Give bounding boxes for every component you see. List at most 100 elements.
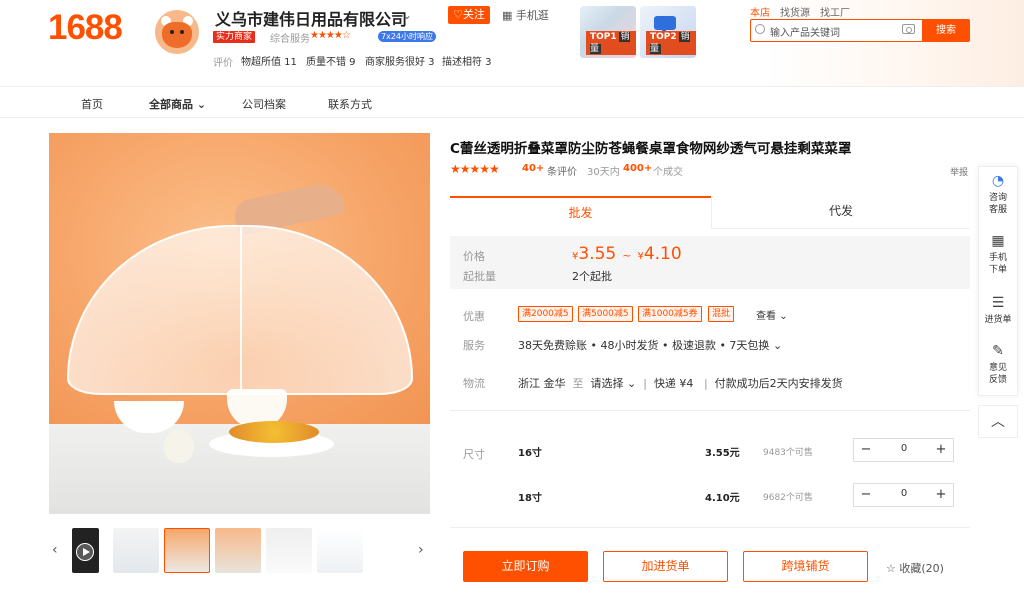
chevron-up-icon: ︿: [991, 414, 1005, 430]
scope-tab-factory[interactable]: 找工厂: [820, 8, 850, 19]
image-food: [229, 421, 319, 443]
evaluation-tag: 物超所值 11: [241, 57, 297, 68]
price-max: 4.10: [643, 244, 682, 264]
chevron-down-icon[interactable]: ⌄: [402, 8, 412, 22]
chevron-left-icon[interactable]: ‹: [52, 542, 58, 558]
chevron-right-icon[interactable]: ›: [418, 542, 424, 558]
cross-border-button[interactable]: 跨境铺货: [743, 551, 868, 582]
qr-icon: ▦: [502, 9, 516, 22]
logistics-info: 浙江 金华 至 请选择 ⌄ | 快递 ¥4 | 付款成功后2天内安排发货: [518, 375, 843, 391]
promo-label: 优惠: [463, 310, 485, 323]
tab-dropship[interactable]: 代发: [711, 196, 970, 229]
sidebar-label: 下单: [988, 265, 1007, 275]
promo-tag[interactable]: 满5000减5: [578, 306, 633, 322]
chevron-down-icon: ⌄: [196, 98, 207, 111]
report-link[interactable]: 举报: [950, 165, 968, 178]
express-fee: 快递 ¥4: [653, 377, 694, 390]
add-to-cart-button[interactable]: 加进货单: [603, 551, 728, 582]
sidebar-label: 咨询: [988, 193, 1007, 203]
sidebar-item-feedback[interactable]: ✎ 意见 反馈: [978, 344, 1018, 386]
sidebar-item-purchase-list[interactable]: ☰ 进货单: [978, 296, 1018, 326]
quantity-input[interactable]: 0: [892, 443, 916, 454]
mobile-browse-label: 手机逛: [515, 9, 549, 22]
ship-to-word: 至: [572, 377, 584, 390]
back-to-top-button[interactable]: ︿: [978, 405, 1018, 438]
promo-tag[interactable]: 混批: [708, 306, 735, 322]
store-header: 1688 义乌市建伟日用品有限公司 ⌄ ♡关注 ▦ 手机逛 实力商家 综合服务 …: [0, 0, 1024, 86]
qr-icon: ▦: [991, 233, 1005, 249]
plus-button[interactable]: +: [929, 441, 953, 459]
service-label: 服务: [463, 339, 485, 352]
gallery-thumb[interactable]: [164, 528, 210, 573]
sidebar-label: 反馈: [988, 375, 1007, 385]
price-panel: [450, 236, 970, 289]
play-icon: [76, 543, 94, 561]
divider: [450, 527, 970, 528]
nav-contact[interactable]: 联系方式: [328, 96, 372, 112]
view-more-promos[interactable]: 查看 ⌄: [756, 307, 788, 322]
minus-button[interactable]: −: [854, 486, 878, 504]
store-nav: 首页 全部商品 ⌄ 公司档案 联系方式: [0, 86, 1024, 118]
gallery-thumb[interactable]: [266, 528, 312, 573]
search-icon: [755, 24, 765, 34]
separator: |: [643, 377, 647, 390]
service-text: 38天免费赊账 • 48小时发货 • 极速退款 • 7天包换: [518, 339, 770, 352]
gallery-thumb[interactable]: [215, 528, 261, 573]
store-avatar[interactable]: [155, 10, 199, 54]
promo-tag[interactable]: 满1000减5券: [638, 306, 702, 322]
camera-icon[interactable]: [902, 24, 915, 34]
avatar-eye: [170, 30, 174, 34]
sidebar-label: 意见: [988, 363, 1007, 373]
product-main-image[interactable]: [49, 133, 430, 514]
moq-value: 2个起批: [572, 270, 612, 283]
search-input[interactable]: 输入产品关键词: [770, 24, 840, 39]
video-thumb[interactable]: [72, 528, 99, 573]
top-product-thumb[interactable]: TOP2 销量: [640, 6, 696, 58]
quantity-stepper: − 0 +: [853, 483, 954, 507]
strength-merchant-badge: 实力商家: [213, 31, 256, 43]
sidebar-item-mobile-order[interactable]: ▦ 手机 下单: [978, 234, 1018, 276]
gallery-thumb[interactable]: [113, 528, 159, 573]
sku-price: 3.55元: [705, 448, 740, 459]
sidebar-item-chat[interactable]: ◔ 咨询客服: [978, 174, 1018, 216]
favorite-button[interactable]: ☆ 收藏(20): [886, 560, 944, 576]
mobile-browse-link[interactable]: ▦ 手机逛: [502, 7, 549, 23]
chat-icon: ◔: [991, 173, 1005, 189]
scope-tab-source[interactable]: 找货源: [780, 8, 810, 19]
quantity-input[interactable]: 0: [892, 488, 916, 499]
sku-stock: 9682个可售: [763, 493, 813, 503]
site-logo[interactable]: 1688: [48, 8, 123, 48]
nav-all-products[interactable]: 全部商品 ⌄: [149, 96, 206, 112]
minus-button[interactable]: −: [854, 441, 878, 459]
nav-company-profile[interactable]: 公司档案: [242, 96, 286, 112]
evaluation-label: 评价: [213, 58, 233, 69]
chevron-down-icon: ⌄: [627, 377, 637, 390]
scope-tab-store[interactable]: 本店: [750, 8, 770, 19]
rating-stars: ★★★★★: [450, 162, 500, 176]
follow-button[interactable]: ♡关注: [448, 6, 490, 24]
ship-to-select[interactable]: 请选择 ⌄: [591, 377, 637, 390]
review-count[interactable]: 40+: [522, 163, 544, 174]
tab-wholesale[interactable]: 批发: [450, 196, 711, 229]
avatar-eye: [180, 30, 184, 34]
nav-home[interactable]: 首页: [81, 96, 103, 112]
chevron-down-icon: ⌄: [772, 339, 783, 352]
sidebar-label: 客服: [988, 205, 1007, 215]
top-product-thumb[interactable]: TOP1 销量: [580, 6, 636, 58]
evaluation-tag: 商家服务很好 3: [365, 57, 435, 68]
search-button[interactable]: 搜索: [922, 19, 970, 42]
response-badge: 7x24小时响应: [378, 31, 437, 42]
buy-now-button[interactable]: 立即订购: [463, 551, 588, 582]
image-egg: [164, 429, 194, 463]
sales-period: 30天内: [587, 167, 620, 178]
service-list[interactable]: 38天免费赊账 • 48小时发货 • 极速退款 • 7天包换 ⌄: [518, 337, 782, 353]
review-label[interactable]: 条评价: [547, 163, 577, 178]
service-rating-stars: ★★★★☆: [310, 30, 351, 41]
star-half-icon: ☆: [341, 30, 351, 41]
gallery-thumb[interactable]: [317, 528, 363, 573]
sidebar-label: 进货单: [984, 315, 1012, 325]
plus-button[interactable]: +: [929, 486, 953, 504]
company-name[interactable]: 义乌市建伟日用品有限公司: [215, 6, 407, 30]
ship-from: 浙江 金华: [518, 377, 566, 390]
promo-tag[interactable]: 满2000减5: [518, 306, 573, 322]
